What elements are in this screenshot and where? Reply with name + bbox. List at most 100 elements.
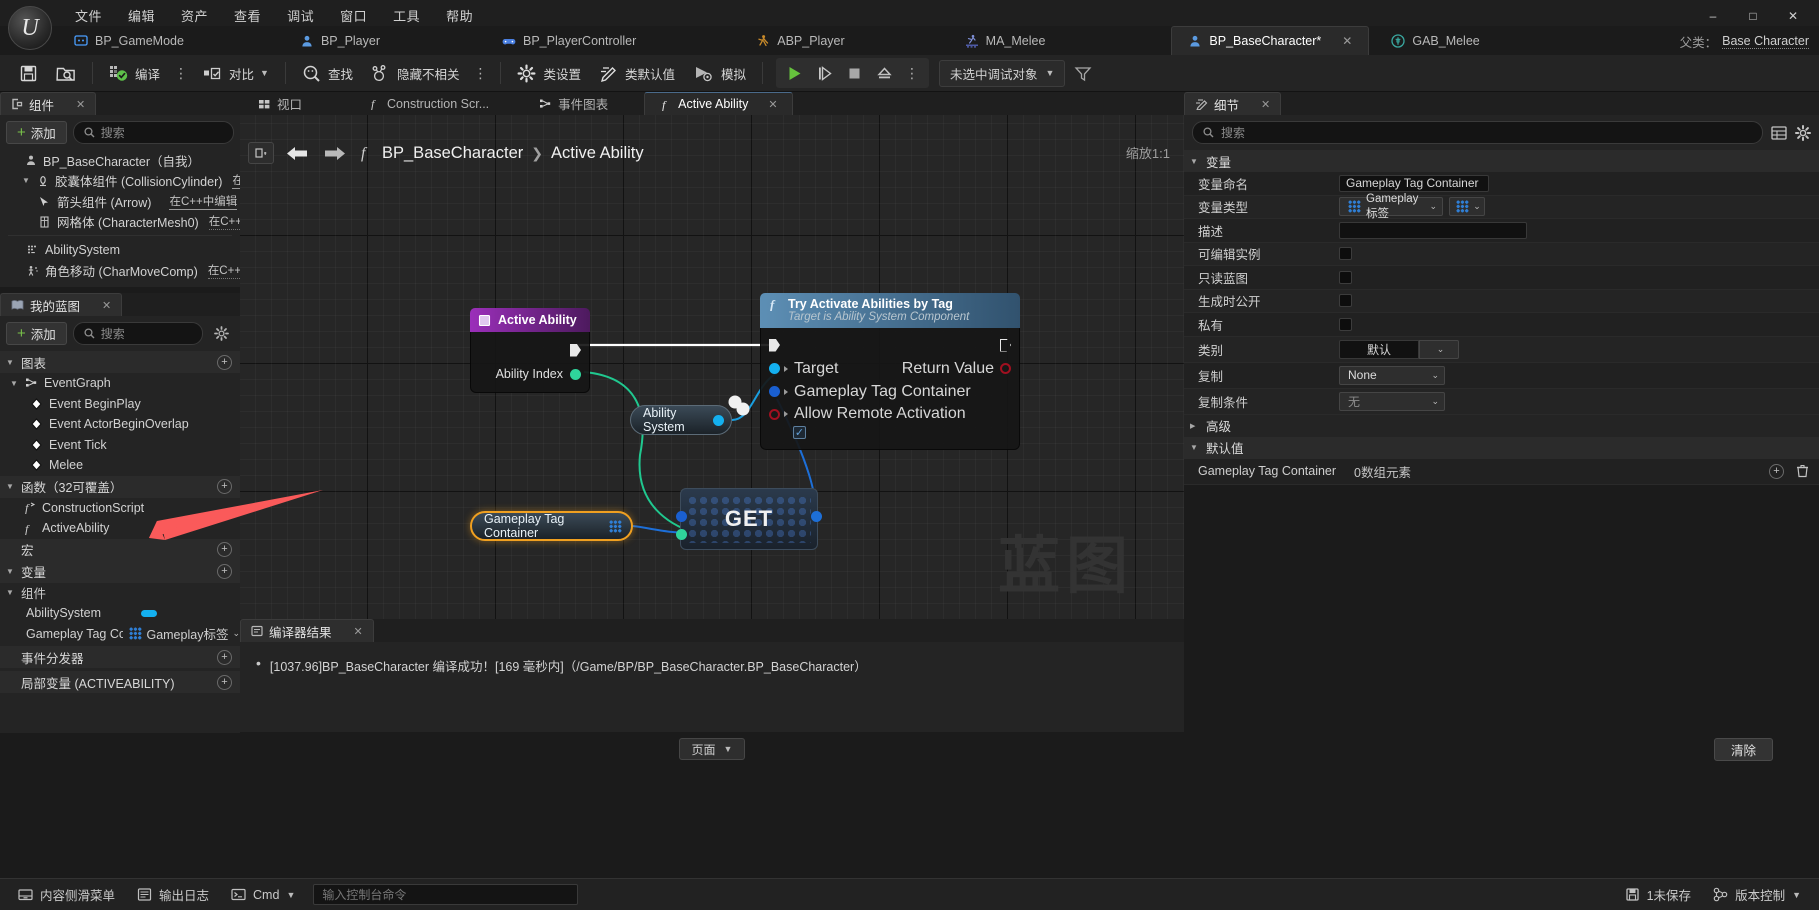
node-pin-ability-index[interactable]: Ability Index: [471, 363, 589, 385]
get-container-pin-icon[interactable]: [676, 511, 687, 522]
my-blueprint-add-button[interactable]: + 添加: [6, 322, 67, 345]
menu-assets[interactable]: 资产: [168, 2, 221, 29]
frame-step-button[interactable]: [810, 60, 838, 86]
instance-editable-checkbox[interactable]: [1339, 247, 1352, 261]
play-options-icon[interactable]: ⋮: [900, 65, 925, 82]
clear-button[interactable]: 清除: [1713, 738, 1773, 761]
unreal-engine-logo-icon[interactable]: U: [8, 6, 52, 50]
my-blueprint-panel-tab[interactable]: 我的蓝图 ✕: [0, 293, 123, 316]
class-settings-button[interactable]: 类设置: [508, 58, 590, 88]
compile-options-icon[interactable]: ⋮: [169, 65, 194, 82]
console-command-input[interactable]: 输入控制台命令: [313, 884, 579, 905]
debug-object-select[interactable]: 未选中调试对象 ▼: [939, 59, 1066, 87]
delete-array-icon[interactable]: [1796, 464, 1809, 478]
bool-pin-icon[interactable]: [1000, 363, 1011, 374]
parent-class-link[interactable]: Base Character: [1722, 34, 1809, 49]
variable-row-gameplaytagcontainer[interactable]: Gameplay Tag Container Gameplay标签 ⌄: [0, 624, 240, 645]
graph-forward-button[interactable]: [321, 144, 348, 163]
node-pin-exec-out[interactable]: [471, 337, 589, 363]
data-pin-icon[interactable]: [769, 363, 780, 374]
asset-tab-bp-basecharacter[interactable]: BP_BaseCharacter* ✕: [1171, 26, 1370, 55]
my-blueprint-search-input[interactable]: 搜索: [72, 322, 203, 345]
section-variables[interactable]: ▼ 变量 +: [0, 560, 240, 583]
menu-help[interactable]: 帮助: [433, 2, 486, 29]
section-local-variables[interactable]: 局部变量 (ACTIVEABILITY) +: [0, 671, 240, 693]
expander-icon[interactable]: ▼: [1190, 157, 1199, 166]
node-active-ability-entry[interactable]: Active Ability Ability Index: [470, 308, 590, 393]
asset-tab-ma-melee[interactable]: MA_Melee: [949, 26, 1062, 55]
graph-back-button[interactable]: [284, 144, 311, 163]
graph-tab-event-graph[interactable]: 事件图表: [525, 92, 622, 115]
menu-edit[interactable]: 编辑: [115, 2, 168, 29]
browse-button[interactable]: [47, 58, 85, 88]
details-section-advanced[interactable]: ▶ 高级: [1184, 414, 1819, 437]
component-row-arrow[interactable]: 箭头组件 (Arrow) 在C++中编辑: [0, 191, 240, 212]
get-output-pin-icon[interactable]: [811, 511, 822, 522]
expander-icon[interactable]: ▼: [1190, 443, 1199, 452]
breadcrumb-root[interactable]: BP_BaseCharacter: [382, 144, 523, 163]
edit-in-cpp-link[interactable]: 在C++中编辑: [232, 172, 240, 190]
save-button[interactable]: [10, 58, 47, 88]
description-input[interactable]: [1339, 221, 1527, 239]
menu-file[interactable]: 文件: [62, 2, 115, 29]
play-button[interactable]: [780, 60, 808, 86]
debug-filter-button[interactable]: [1065, 58, 1103, 88]
asset-tab-bp-gamemode[interactable]: BP_GameMode: [58, 26, 200, 55]
replication-condition-select[interactable]: 无 ⌄: [1339, 391, 1445, 411]
replication-select[interactable]: None ⌄: [1339, 365, 1445, 385]
close-icon[interactable]: ✕: [1261, 98, 1270, 111]
stop-button[interactable]: [840, 60, 868, 86]
expander-icon[interactable]: ▼: [6, 588, 15, 597]
node-try-activate-abilities-by-tag[interactable]: f Try Activate Abilities by Tag Target i…: [760, 293, 1020, 450]
component-row-mesh[interactable]: 网格体 (CharacterMesh0) 在C++中编辑: [0, 212, 240, 233]
content-drawer-button[interactable]: 内容侧滑菜单: [8, 883, 125, 907]
asset-tab-bp-player[interactable]: BP_Player: [284, 26, 396, 55]
simulate-button[interactable]: 模拟: [684, 58, 755, 88]
add-local-variable-icon[interactable]: +: [217, 674, 232, 690]
private-checkbox[interactable]: [1339, 317, 1352, 331]
close-icon[interactable]: ✕: [102, 299, 111, 312]
category-input[interactable]: 默认: [1339, 339, 1419, 359]
details-settings-icon[interactable]: [1795, 124, 1811, 141]
add-dispatcher-icon[interactable]: +: [217, 649, 232, 665]
breadcrumb-leaf[interactable]: Active Ability: [551, 144, 644, 163]
section-event-dispatchers[interactable]: 事件分发器 +: [0, 646, 240, 668]
tree-item-event-beginplay[interactable]: Event BeginPlay: [0, 394, 240, 415]
details-section-variable[interactable]: ▼ 变量: [1184, 150, 1819, 172]
hide-unrelated-button[interactable]: 隐藏不相关: [362, 58, 469, 88]
details-section-default-value[interactable]: ▼ 默认值: [1184, 436, 1819, 459]
exec-pin-icon-in[interactable]: [769, 338, 780, 352]
components-search-input[interactable]: 搜索: [72, 121, 234, 144]
blueprint-readonly-checkbox[interactable]: [1339, 270, 1352, 284]
node-get-array-element[interactable]: GET: [676, 488, 822, 550]
expander-icon[interactable]: ▼: [10, 379, 19, 388]
asset-tab-gab-melee[interactable]: GAB_Melee: [1375, 26, 1495, 55]
exec-pin-icon-out[interactable]: [1000, 338, 1011, 352]
graph-tab-viewport[interactable]: 视口: [244, 92, 316, 115]
data-pin-icon[interactable]: [769, 386, 780, 397]
expander-icon[interactable]: ▼: [6, 358, 15, 367]
details-search-input[interactable]: 搜索: [1192, 121, 1763, 144]
get-input-pin-icon[interactable]: [676, 529, 687, 540]
components-panel-tab[interactable]: 组件 ✕: [0, 92, 97, 115]
variable-row-abilitysystem[interactable]: AbilitySystem: [0, 603, 240, 624]
close-icon[interactable]: ✕: [76, 98, 85, 111]
edit-in-cpp-link[interactable]: 在C++中编辑: [207, 262, 240, 280]
asset-tab-abp-player[interactable]: ABP_Player: [740, 26, 860, 55]
compiler-results-body[interactable]: • [1037.96]BP_BaseCharacter 编译成功！[169 毫秒…: [240, 642, 1184, 732]
expander-icon[interactable]: ▼: [6, 567, 15, 576]
component-row-abilitysystem[interactable]: AbilitySystem: [0, 240, 240, 261]
page-selector[interactable]: 页面 ▼: [678, 738, 746, 760]
varcat-components[interactable]: ▼ 组件: [0, 583, 240, 604]
variable-container-type-select[interactable]: ⌄: [1449, 197, 1485, 217]
diff-button[interactable]: 对比 ▼: [194, 58, 278, 88]
grid-view-icon[interactable]: [1771, 125, 1787, 141]
class-defaults-button[interactable]: 类默认值: [590, 58, 684, 88]
eject-button[interactable]: [870, 60, 898, 86]
my-blueprint-settings-icon[interactable]: [209, 326, 234, 341]
source-control-button[interactable]: 版本控制 ▼: [1703, 883, 1811, 907]
add-variable-icon[interactable]: +: [217, 564, 232, 579]
close-icon[interactable]: ✕: [768, 98, 777, 111]
compile-button[interactable]: 编译: [100, 58, 169, 88]
component-row-self[interactable]: BP_BaseCharacter（自我）: [0, 150, 240, 171]
